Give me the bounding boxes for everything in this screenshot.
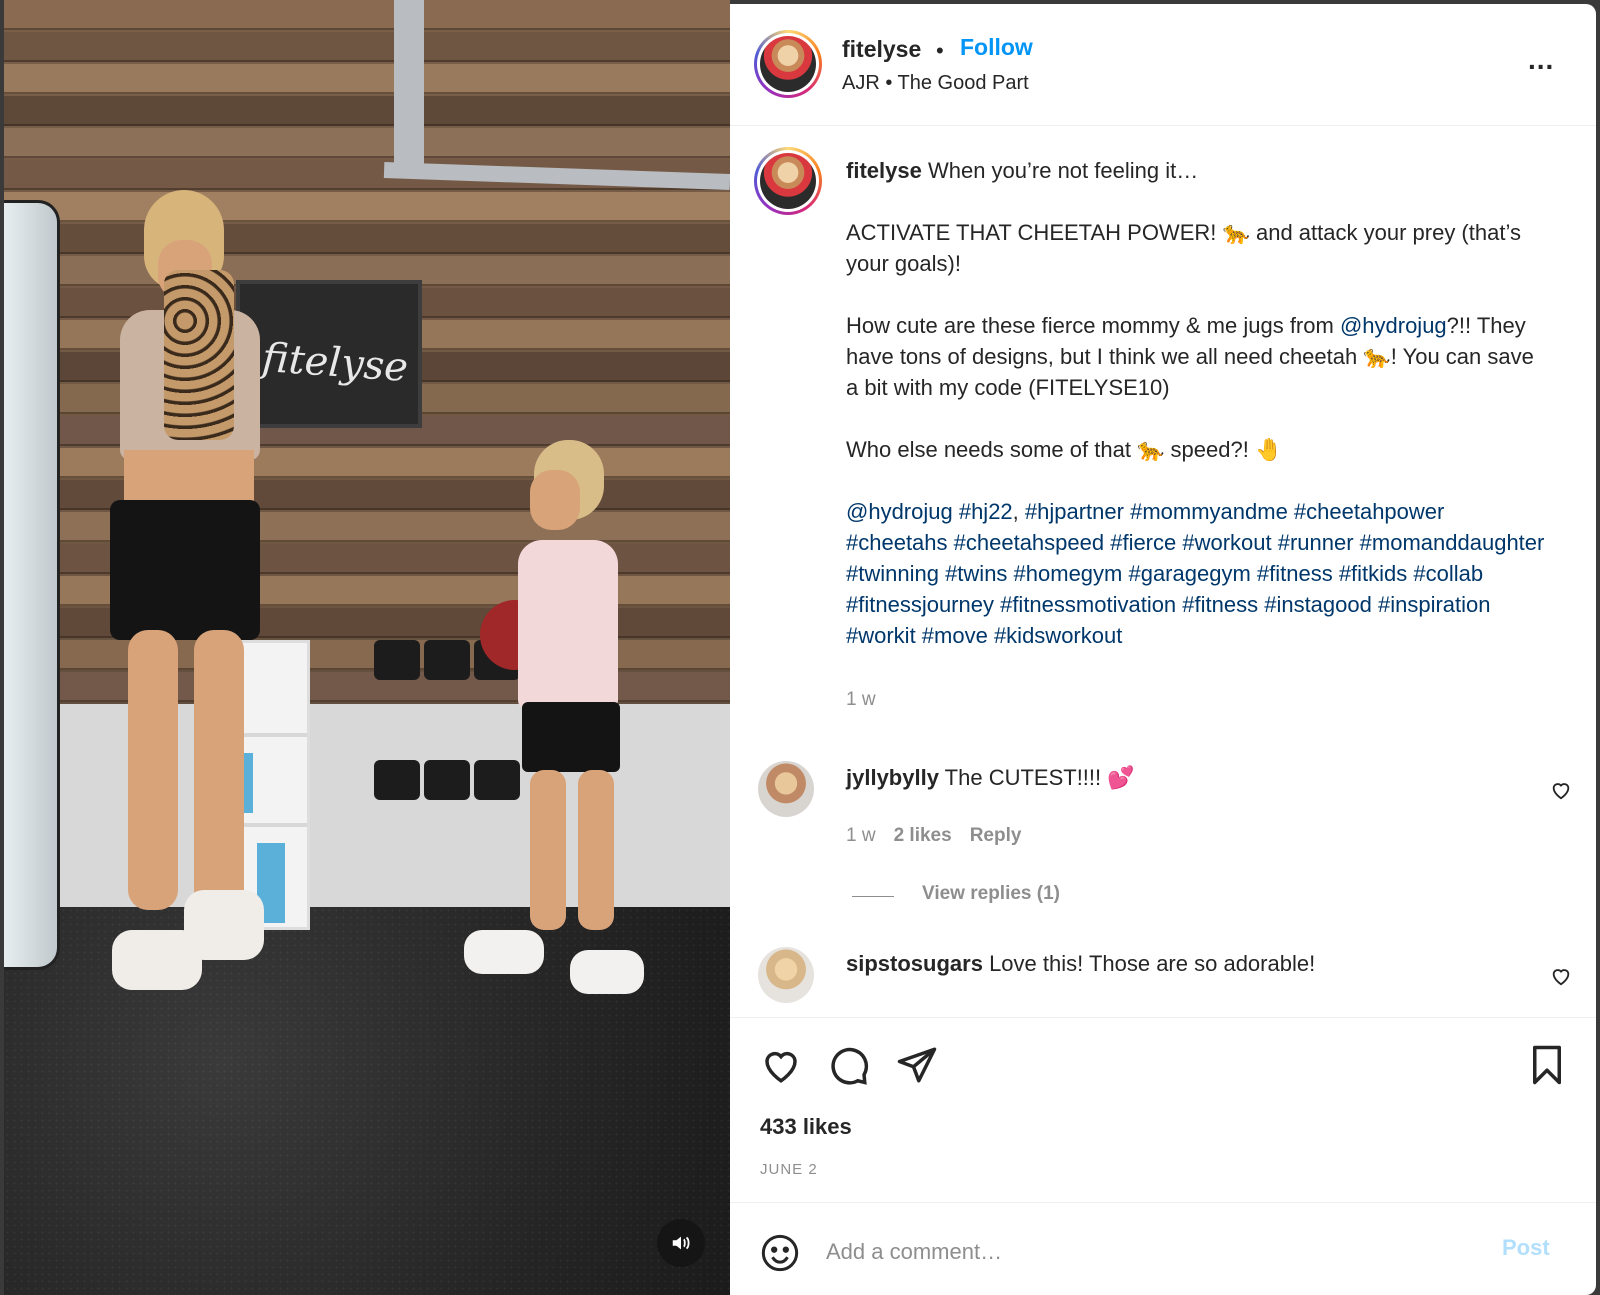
separator-dot: •	[936, 38, 944, 63]
follow-button[interactable]: Follow	[960, 34, 1033, 61]
comments-scroll[interactable]: fitelyse When you’re not feeling it… ACT…	[730, 127, 1596, 1017]
post-comment-button[interactable]: Post	[1502, 1235, 1550, 1261]
author-username[interactable]: fitelyse	[842, 36, 921, 63]
comment-text: Love this! Those are so adorable!	[989, 951, 1316, 976]
sound-toggle-button[interactable]	[657, 1219, 705, 1267]
comment-text: The CUTEST!!!! 💕	[944, 765, 1135, 790]
caption-username[interactable]: fitelyse	[846, 158, 922, 183]
commenter-avatar[interactable]	[758, 947, 814, 1003]
commenter-avatar[interactable]	[758, 761, 814, 817]
comment-like-heart-icon[interactable]	[1550, 779, 1572, 801]
like-heart-icon[interactable]	[760, 1044, 802, 1086]
post-date[interactable]: JUNE 2	[760, 1161, 818, 1178]
view-replies-line	[852, 896, 894, 897]
comment-item: sipstosugars Love this! Those are so ado…	[846, 949, 1526, 979]
comment-likes[interactable]: 2 likes	[894, 825, 952, 846]
mirror	[4, 200, 60, 970]
post-header: fitelyse • Follow AJR • The Good Part ..…	[730, 4, 1596, 126]
comment-like-heart-icon[interactable]	[1550, 965, 1572, 987]
save-bookmark-icon[interactable]	[1526, 1044, 1568, 1086]
comment-bubble-icon[interactable]	[828, 1044, 870, 1086]
caption-line-1: When you’re not feeling it…	[927, 158, 1199, 183]
view-replies-button[interactable]: View replies (1)	[922, 883, 1060, 905]
comment-reply-button[interactable]: Reply	[970, 825, 1022, 846]
caption-paragraph-4: Who else needs some of that 🐆 speed?! 🤚	[846, 437, 1283, 462]
emoji-smiley-icon[interactable]	[760, 1233, 800, 1273]
add-comment-input[interactable]	[826, 1229, 1466, 1275]
caption: fitelyse When you’re not feeling it… ACT…	[846, 155, 1546, 715]
caption-timestamp[interactable]: 1 w	[846, 689, 876, 710]
comment-time[interactable]: 1 w	[846, 825, 876, 846]
ceiling-rail	[394, 0, 424, 170]
comment-username[interactable]: sipstosugars	[846, 951, 983, 976]
water-jug	[164, 270, 234, 440]
post-details-panel: fitelyse • Follow AJR • The Good Part ..…	[730, 4, 1596, 1295]
post-actions: 433 likes JUNE 2	[730, 1017, 1596, 1202]
comment-username[interactable]: jyllybylly	[846, 765, 939, 790]
likes-count[interactable]: 433 likes	[760, 1114, 852, 1140]
post-video[interactable]: fitelyse	[4, 0, 730, 1295]
caption-paragraph-3a: How cute are these fierce mommy & me jug…	[846, 313, 1340, 338]
caption-avatar[interactable]	[754, 147, 822, 215]
author-avatar[interactable]	[754, 30, 822, 98]
more-options-button[interactable]: ...	[1528, 44, 1554, 76]
hashtags-comma: ,	[1012, 499, 1025, 524]
caption-paragraph-2: ACTIVATE THAT CHEETAH POWER! 🐆 and attac…	[846, 220, 1528, 276]
comment-composer: Post	[730, 1202, 1596, 1295]
mention-link[interactable]: @hydrojug	[1340, 313, 1447, 338]
girl-figure	[464, 440, 654, 1010]
comment-item: jyllybylly The CUTEST!!!! 💕	[846, 763, 1526, 793]
hashtags-a[interactable]: @hydrojug #hj22	[846, 499, 1013, 524]
audio-track[interactable]: AJR • The Good Part	[842, 72, 1029, 95]
comment-meta: 1 w 2 likes Reply	[846, 825, 1039, 847]
share-send-icon[interactable]	[896, 1044, 938, 1086]
woman-figure	[84, 190, 294, 1050]
speaker-icon	[672, 1236, 690, 1250]
